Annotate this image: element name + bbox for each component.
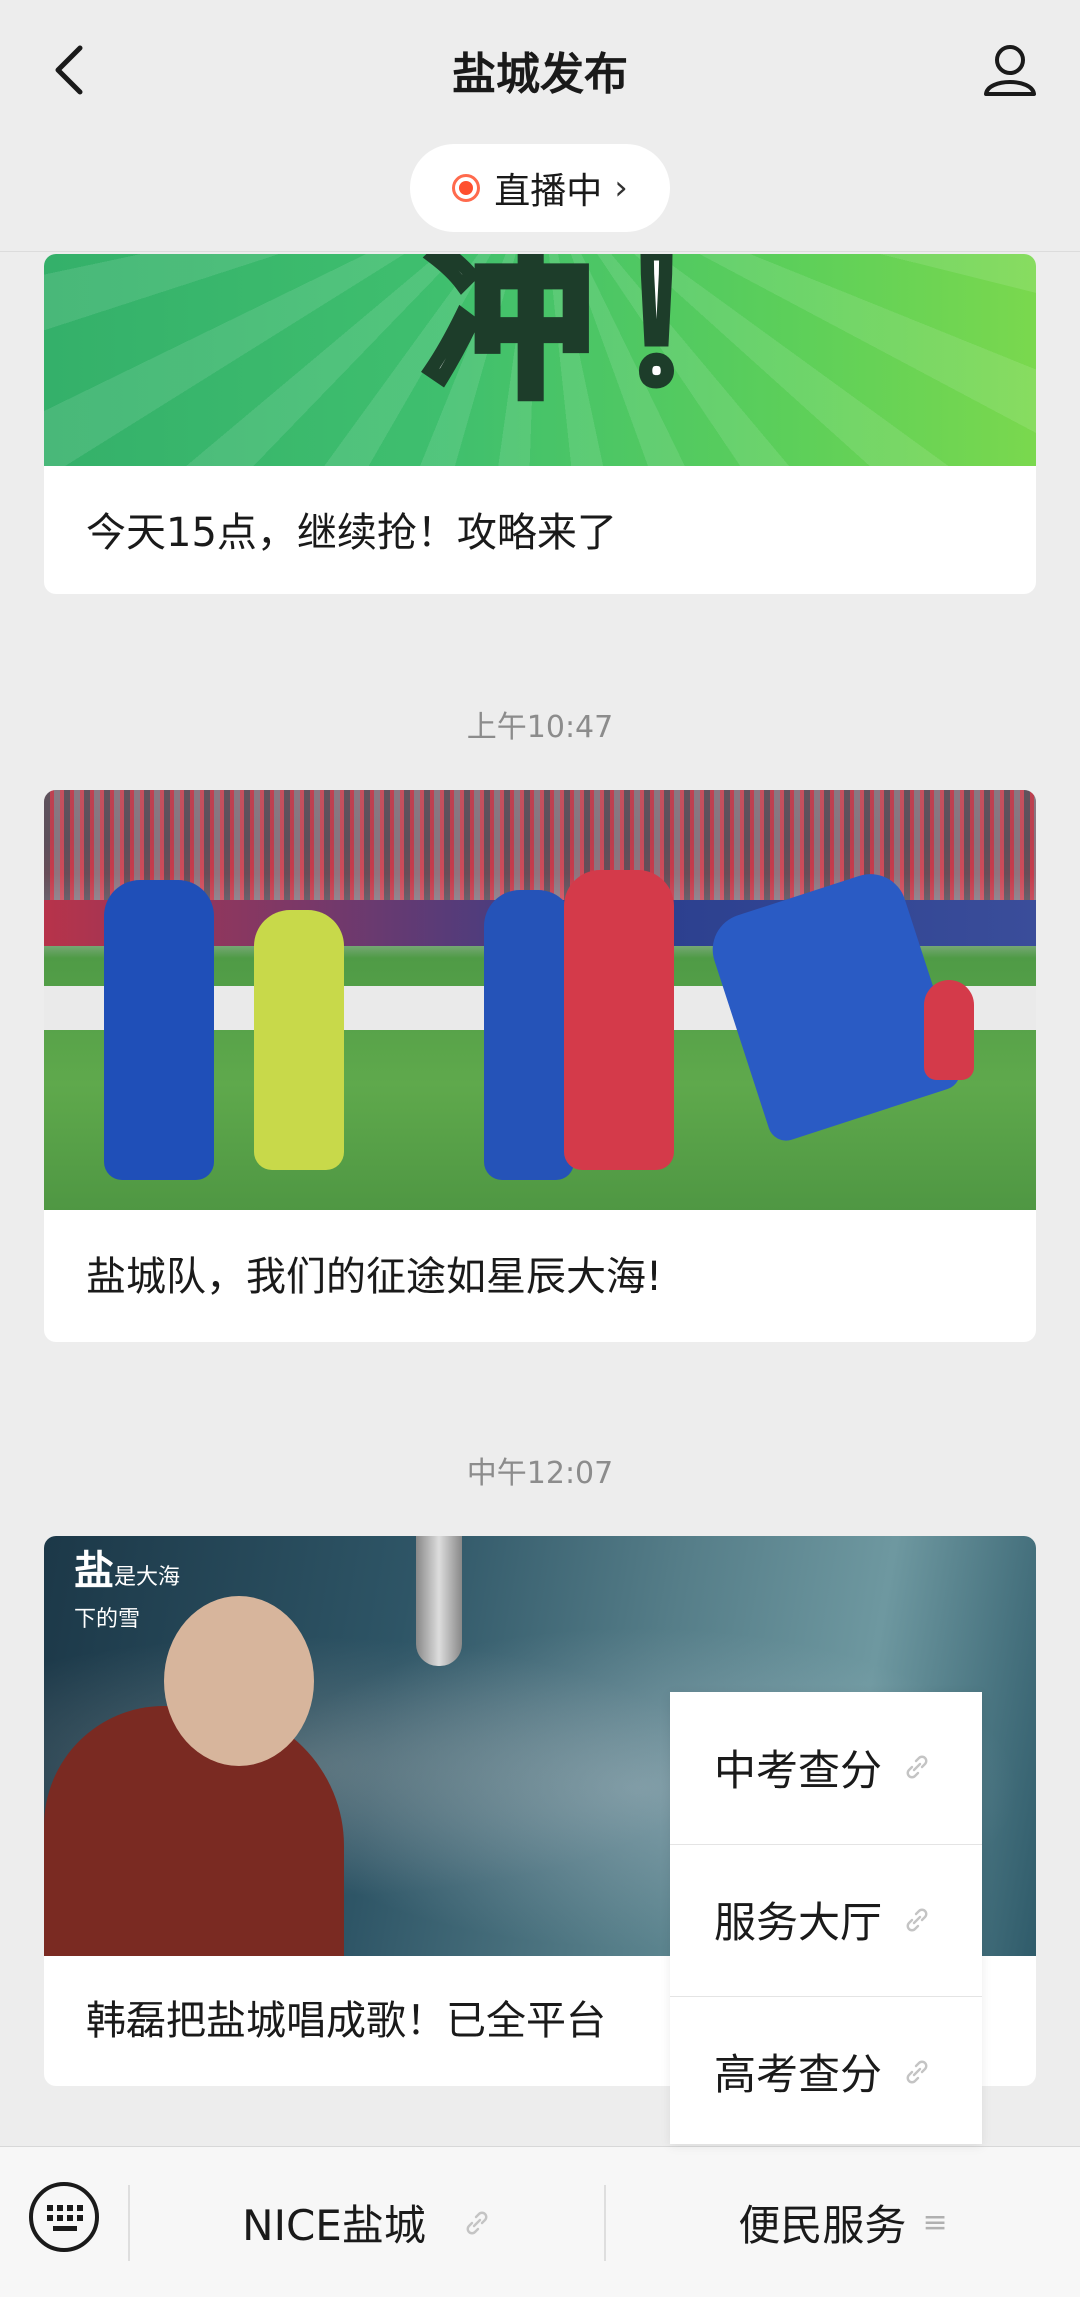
- banner-text: 冲！: [420, 254, 805, 426]
- menu-label: NICE盐城: [242, 2201, 426, 2250]
- page-title: 盐城发布: [452, 49, 628, 100]
- profile-button[interactable]: [970, 30, 1050, 110]
- article-title: 韩磊把盐城唱成歌！已全平台: [86, 1998, 606, 2044]
- submenu-item-service-hall[interactable]: 服务大厅: [670, 1844, 982, 1994]
- bottom-menu-bar: NICE盐城 便民服务 ≡: [0, 2146, 1080, 2297]
- article-image: 冲！: [44, 254, 1036, 466]
- live-status-button[interactable]: 直播中 ›: [410, 144, 670, 232]
- image-subtitle: 是大海: [114, 1565, 181, 1590]
- message-timestamp: 上午10:47: [466, 710, 614, 745]
- keyboard-icon: [29, 2182, 99, 2252]
- submenu-item-label: 服务大厅: [714, 1898, 883, 1947]
- menu-convenience-services[interactable]: 便民服务 ≡: [606, 2147, 1080, 2297]
- submenu-item-label: 中考查分: [714, 1745, 883, 1795]
- message-timestamp: 中午12:07: [466, 1456, 614, 1491]
- link-icon: [902, 1752, 932, 1782]
- submenu-item-zhongkao[interactable]: 中考查分: [670, 1692, 982, 1842]
- menu-label: 便民服务: [738, 2201, 907, 2250]
- player-figure: [484, 890, 574, 1180]
- referee-figure: [254, 910, 344, 1170]
- article-card[interactable]: 盐城队，我们的征途如星辰大海!: [44, 790, 1036, 1342]
- article-image: [44, 790, 1036, 1210]
- player-figure: [104, 880, 214, 1180]
- microphone: [416, 1536, 462, 1666]
- article-title: 今天15点，继续抢！攻略来了: [86, 510, 617, 556]
- article-card[interactable]: 冲！ 今天15点，继续抢！攻略来了: [44, 254, 1036, 594]
- link-icon: [902, 2057, 932, 2087]
- service-submenu: 中考查分 服务大厅 高考查分: [670, 1692, 982, 2144]
- submenu-item-label: 高考查分: [714, 2050, 883, 2099]
- chevron-right-icon: ›: [614, 168, 628, 208]
- menu-lines-icon: ≡: [922, 2205, 948, 2240]
- link-icon: [462, 2208, 492, 2238]
- image-title: 盐: [74, 1547, 114, 1594]
- player-figure: [924, 980, 974, 1080]
- live-label: 直播中: [494, 171, 603, 212]
- image-calligraphy: 盐是大海 下的雪: [74, 1550, 180, 1634]
- link-icon: [902, 1905, 932, 1935]
- live-dot-icon: [452, 174, 481, 202]
- article-title: 盐城队，我们的征途如星辰大海!: [86, 1254, 663, 1300]
- menu-nice-yancheng[interactable]: NICE盐城: [130, 2147, 604, 2297]
- player-figure: [564, 870, 674, 1170]
- submenu-item-gaokao[interactable]: 高考查分: [670, 1996, 982, 2146]
- top-nav-bar: 盐城发布 直播中 ›: [0, 0, 1080, 252]
- singer-head: [164, 1596, 314, 1766]
- image-subtitle: 下的雪: [74, 1607, 141, 1632]
- person-icon: [984, 45, 1036, 96]
- keyboard-toggle-button[interactable]: [24, 2177, 104, 2257]
